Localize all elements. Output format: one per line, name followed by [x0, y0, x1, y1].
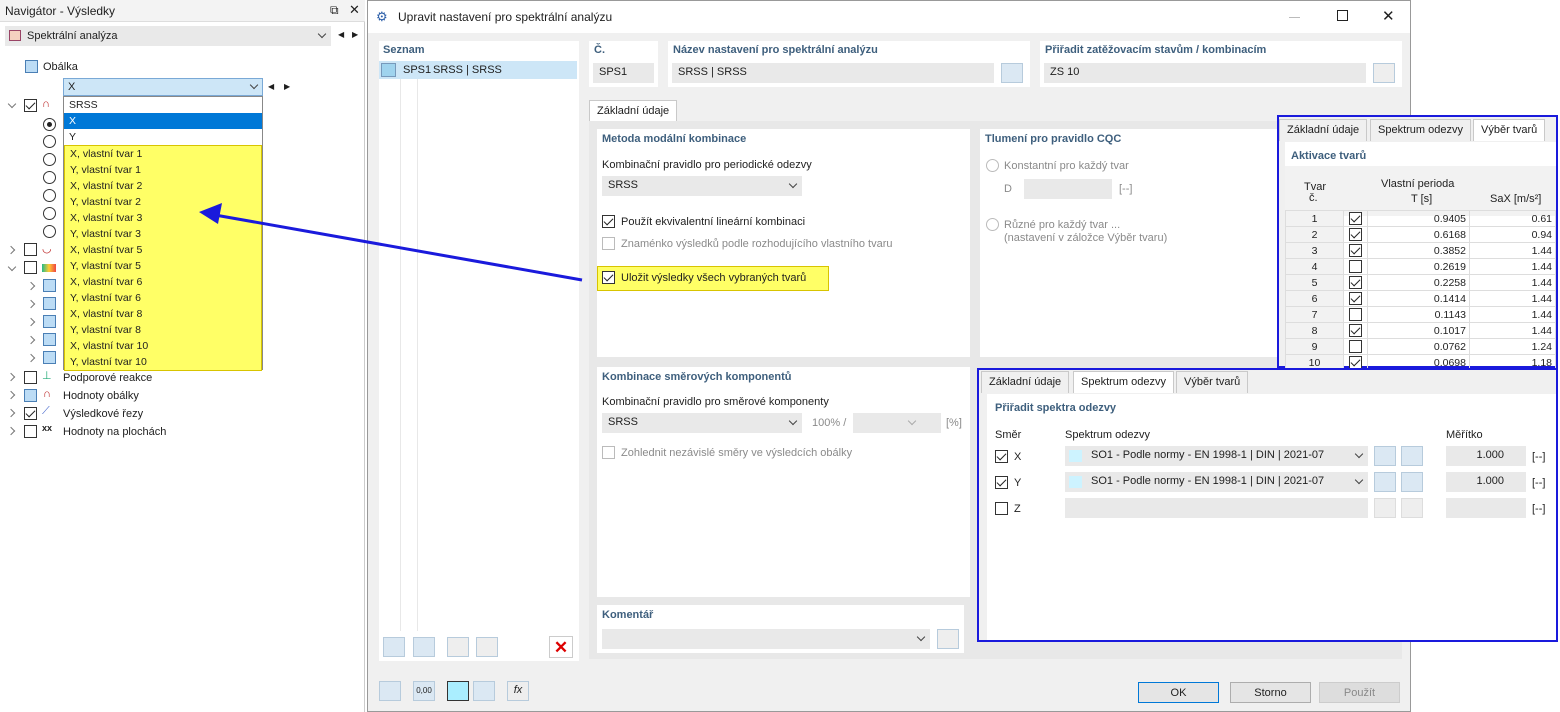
callout-arrow [199, 203, 583, 282]
